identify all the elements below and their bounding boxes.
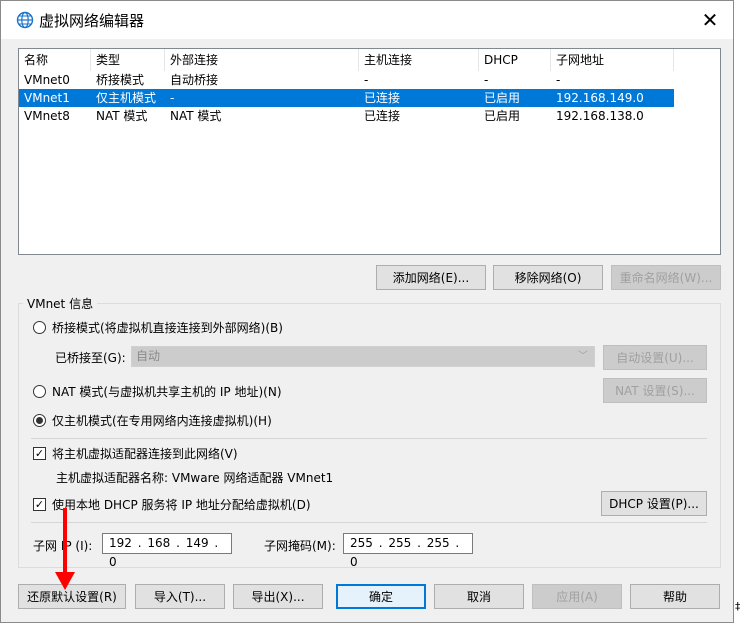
annotation-arrow-shaft	[63, 508, 67, 574]
nat-settings-button[interactable]: NAT 设置(S)...	[603, 378, 707, 403]
bridge-mode-radio[interactable]	[33, 321, 46, 334]
host-only-mode-radio[interactable]	[33, 414, 46, 427]
edge-mark: ‡	[735, 600, 740, 613]
cell-type: 仅主机模式	[96, 91, 157, 105]
cell-host: -	[364, 73, 369, 87]
cell-dhcp: -	[484, 73, 489, 87]
vmnet-info-group	[18, 303, 721, 568]
close-button[interactable]: ✕	[687, 1, 733, 39]
network-row-vmnet8[interactable]: VMnet8 NAT 模式 NAT 模式 已连接 已启用 192.168.138…	[19, 107, 674, 125]
column-header-name[interactable]: 名称	[19, 49, 91, 71]
annotation-arrow-head	[55, 572, 75, 590]
adapter-name-text: 主机虚拟适配器名称: VMware 网络适配器 VMnet1	[56, 471, 334, 485]
network-row-vmnet0[interactable]: VMnet0 桥接模式 自动桥接 - - -	[19, 71, 674, 89]
cell-type: 桥接模式	[96, 73, 145, 87]
use-dhcp-checkbox[interactable]: ✓	[33, 498, 46, 511]
host-only-mode-label[interactable]: 仅主机模式(在专用网络内连接虚拟机)(H)	[52, 412, 272, 429]
cell-host: 已连接	[364, 91, 401, 105]
column-header-dhcp[interactable]: DHCP	[479, 49, 551, 71]
bridge-mode-label[interactable]: 桥接模式(将虚拟机直接连接到外部网络)(B)	[52, 319, 283, 336]
dhcp-settings-button[interactable]: DHCP 设置(P)...	[601, 491, 707, 516]
cell-host: 已连接	[364, 109, 401, 123]
add-network-button[interactable]: 添加网络(E)...	[376, 265, 486, 290]
virtual-network-editor-window: 虚拟网络编辑器 ✕ 名称 类型 外部连接 主机连接 DHCP 子网地址 VMne…	[0, 0, 734, 623]
cancel-button[interactable]: 取消	[434, 584, 524, 609]
bridged-to-select[interactable]: 自动 ﹀	[131, 346, 595, 367]
bridged-to-label: 已桥接至(G):	[55, 351, 126, 365]
column-header-subnet[interactable]: 子网地址	[551, 49, 674, 71]
cell-external: 自动桥接	[170, 73, 219, 87]
apply-button[interactable]: 应用(A)	[532, 584, 622, 609]
network-globe-icon	[16, 11, 34, 29]
nat-mode-label[interactable]: NAT 模式(与虚拟机共享主机的 IP 地址)(N)	[52, 383, 282, 400]
column-header-host[interactable]: 主机连接	[359, 49, 479, 71]
network-row-vmnet1[interactable]: VMnet1 仅主机模式 - 已连接 已启用 192.168.149.0	[19, 89, 674, 107]
cell-external: NAT 模式	[170, 109, 222, 123]
cell-dhcp: 已启用	[484, 109, 521, 123]
list-header: 名称 类型 外部连接 主机连接 DHCP 子网地址	[19, 49, 720, 71]
remove-network-button[interactable]: 移除网络(O)	[493, 265, 603, 290]
cell-type: NAT 模式	[96, 109, 148, 123]
connect-adapter-checkbox[interactable]: ✓	[33, 447, 46, 460]
column-header-external[interactable]: 外部连接	[165, 49, 359, 71]
cell-name: VMnet1	[24, 91, 70, 105]
subnet-ip-field[interactable]: 192 . 168 . 149 . 0	[102, 533, 232, 569]
cell-dhcp: 已启用	[484, 91, 521, 105]
divider	[31, 522, 707, 523]
title-bar: 虚拟网络编辑器 ✕	[1, 1, 733, 39]
use-dhcp-label[interactable]: 使用本地 DHCP 服务将 IP 地址分配给虚拟机(D)	[52, 496, 311, 513]
auto-settings-button[interactable]: 自动设置(U)...	[603, 345, 707, 370]
help-button[interactable]: 帮助	[630, 584, 720, 609]
export-button[interactable]: 导出(X)...	[233, 584, 323, 609]
cell-subnet: 192.168.149.0	[556, 91, 644, 105]
subnet-mask-field[interactable]: 255 . 255 . 255 . 0	[343, 533, 473, 569]
connect-adapter-label[interactable]: 将主机虚拟适配器连接到此网络(V)	[52, 445, 238, 462]
cell-subnet: 192.168.138.0	[556, 109, 644, 123]
column-header-type[interactable]: 类型	[91, 49, 165, 71]
import-button[interactable]: 导入(T)...	[135, 584, 225, 609]
nat-mode-radio[interactable]	[33, 385, 46, 398]
cell-external: -	[170, 91, 175, 105]
window-title: 虚拟网络编辑器	[39, 12, 145, 30]
cell-subnet: -	[556, 73, 561, 87]
cell-name: VMnet0	[24, 73, 70, 87]
vmnet-info-title: VMnet 信息	[23, 295, 98, 312]
divider	[31, 438, 707, 439]
cell-name: VMnet8	[24, 109, 70, 123]
chevron-down-icon: ﹀	[578, 351, 588, 362]
ok-button[interactable]: 确定	[336, 584, 426, 609]
subnet-mask-label: 子网掩码(M):	[264, 539, 336, 553]
rename-network-button[interactable]: 重命名网络(W)...	[611, 265, 721, 290]
network-list[interactable]: 名称 类型 外部连接 主机连接 DHCP 子网地址 VMnet0 桥接模式 自动…	[18, 48, 721, 255]
bridged-to-value: 自动	[136, 349, 161, 363]
